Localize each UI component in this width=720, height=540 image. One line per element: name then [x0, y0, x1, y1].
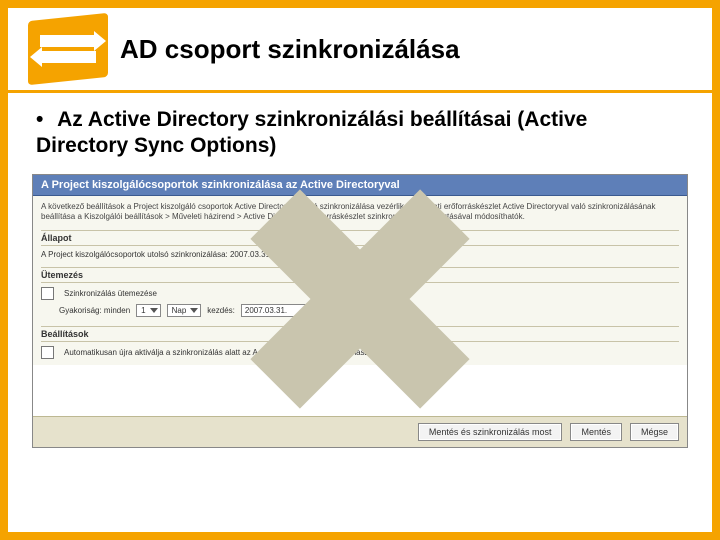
- schedule-enable-row: Szinkronizálás ütemezése: [41, 287, 679, 300]
- schedule-checkbox[interactable]: [41, 287, 54, 300]
- arrow-right-icon: [40, 35, 96, 47]
- bullet-dot: •: [36, 107, 52, 133]
- panel-header: A Project kiszolgálócsoportok szinkroniz…: [33, 175, 687, 196]
- title-bar: AD csoport szinkronizálása: [8, 8, 712, 90]
- save-button[interactable]: Mentés: [570, 423, 622, 441]
- slide-frame: AD csoport szinkronizálása • Az Active D…: [0, 0, 720, 540]
- status-section: Állapot A Project kiszolgálócsoportok ut…: [41, 230, 679, 259]
- schedule-checkbox-label: Szinkronizálás ütemezése: [64, 289, 157, 298]
- settings-section: Beállítások Automatikusan újra aktiválja…: [41, 326, 679, 359]
- start-label: kezdés:: [207, 306, 235, 315]
- calendar-icon[interactable]: [315, 304, 329, 318]
- bullet-text: Az Active Directory szinkronizálási beál…: [36, 108, 587, 157]
- cancel-button[interactable]: Mégse: [630, 423, 679, 441]
- status-heading: Állapot: [41, 230, 679, 246]
- time-colon: :: [371, 306, 373, 315]
- frequency-number-select[interactable]: 1: [136, 304, 160, 317]
- frequency-row: Gyakoriság: minden 1 Nap kezdés: 2007.03…: [41, 304, 679, 318]
- sync-arrows-icon: [28, 17, 108, 81]
- schedule-section: Ütemezés Szinkronizálás ütemezése Gyakor…: [41, 267, 679, 318]
- settings-heading: Beállítások: [41, 326, 679, 342]
- slide-title: AD csoport szinkronizálása: [120, 34, 460, 65]
- auto-reactivate-label: Automatikusan újra aktiválja a szinkroni…: [64, 348, 397, 357]
- embedded-screenshot: A Project kiszolgálócsoportok szinkroniz…: [32, 174, 688, 448]
- panel-footer: Mentés és szinkronizálás most Mentés Még…: [33, 416, 687, 447]
- frequency-label: Gyakoriság: minden: [59, 306, 130, 315]
- save-and-sync-button[interactable]: Mentés és szinkronizálás most: [418, 423, 563, 441]
- bullet-line: • Az Active Directory szinkronizálási be…: [8, 107, 712, 174]
- start-hour-input[interactable]: 15: [335, 304, 365, 317]
- title-divider: [8, 90, 712, 93]
- auto-reactivate-row: Automatikusan újra aktiválja a szinkroni…: [41, 346, 679, 359]
- auto-reactivate-checkbox[interactable]: [41, 346, 54, 359]
- frequency-unit-select[interactable]: Nap: [167, 304, 202, 317]
- logo: [28, 17, 108, 81]
- start-minute-input[interactable]: 37: [379, 304, 409, 317]
- panel-body: A következő beállítások a Project kiszol…: [33, 196, 687, 365]
- schedule-heading: Ütemezés: [41, 267, 679, 283]
- start-date-input[interactable]: 2007.03.31.: [241, 304, 309, 317]
- arrow-left-icon: [40, 51, 96, 63]
- panel-description: A következő beállítások a Project kiszol…: [41, 202, 679, 222]
- status-text: A Project kiszolgálócsoportok utolsó szi…: [41, 250, 679, 259]
